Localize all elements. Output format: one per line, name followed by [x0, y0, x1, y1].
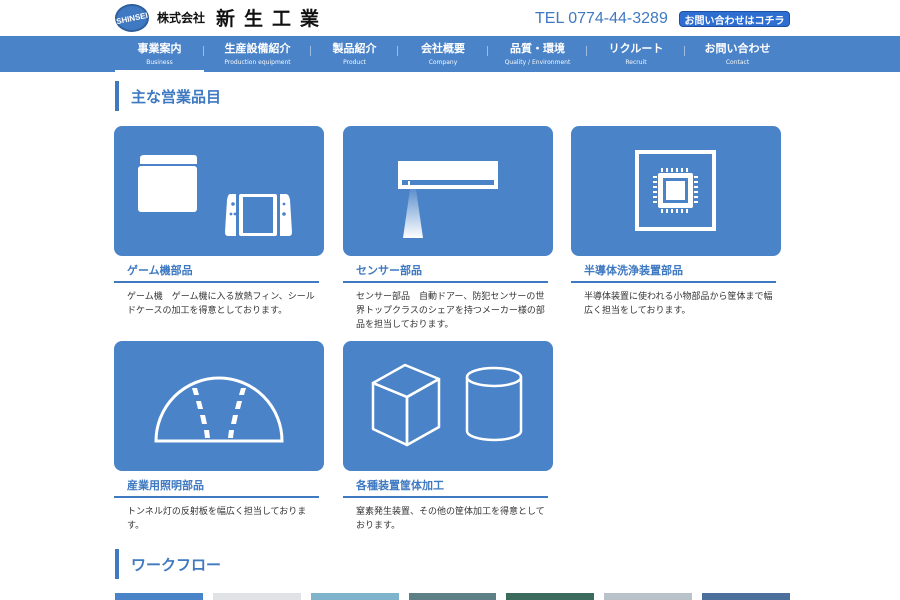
workflow-thumb[interactable] [702, 593, 791, 600]
nav-label: お問い合わせ [704, 41, 771, 55]
nav-item-production-equipment[interactable]: 生産設備紹介 Production equipment [204, 36, 311, 72]
card-description: ゲーム機 ゲーム機に入る放熱フィン、シールドケースの加工を得意としております。 [127, 292, 315, 316]
section-title-text: ワークフロー [131, 555, 222, 574]
nav-label: 生産設備紹介 [224, 41, 291, 55]
card-title[interactable]: センサー部品 [343, 262, 548, 283]
card-description: トンネル灯の反射板を幅広く担当しております。 [127, 507, 307, 531]
company-logo[interactable]: SHINSEI [115, 4, 149, 32]
nav-sublabel: Quality / Environment [504, 58, 571, 66]
card-description: センサー部品 自動ドアー、防犯センサーの世界トップクラスのシェアを持つメーカー様… [356, 292, 545, 330]
enclosure-illustration[interactable] [343, 341, 553, 471]
nav-label: 会社概要 [421, 41, 465, 55]
card-description: 窒素発生装置、その他の筐体加工を得意としております。 [356, 507, 545, 531]
company-prefix: 株式会社 [157, 11, 206, 25]
phone-number[interactable]: TEL 0774-44-3289 [535, 10, 668, 28]
logo-text: SHINSEI [115, 10, 149, 26]
company-name[interactable]: 新生工業 [216, 4, 328, 31]
card-title[interactable]: 各種装置筐体加工 [343, 477, 548, 498]
section-title-bar [115, 81, 119, 111]
workflow-thumb[interactable] [310, 593, 399, 600]
chip-illustration[interactable] [571, 126, 781, 256]
nav-sublabel: Product [343, 58, 366, 66]
workflow-thumb[interactable] [115, 593, 203, 600]
section-title-bar [115, 549, 119, 579]
workflow-thumb[interactable] [506, 593, 595, 600]
nav-label: 製品紹介 [332, 41, 377, 55]
nav-label: リクルート [608, 41, 664, 55]
card-title[interactable]: 半導体洗浄装置部品 [571, 262, 776, 283]
tunnel-icon [154, 376, 284, 443]
contact-button[interactable]: お問い合わせはコチラ [679, 11, 790, 27]
sensor-illustration[interactable] [343, 126, 553, 256]
chip-icon [635, 150, 716, 231]
workflow-thumb[interactable] [212, 593, 301, 600]
section-title-workflow: ワークフロー [115, 549, 221, 579]
sensor-icon [398, 161, 498, 238]
nav-sublabel: Contact [725, 58, 750, 66]
nav-item-product[interactable]: 製品紹介 Product [311, 36, 398, 72]
cube-cylinder-icon [371, 363, 523, 447]
nav-label: 事業案内 [137, 41, 182, 55]
nav-item-contact[interactable]: お問い合わせ Contact [685, 36, 790, 72]
nav-sublabel: Recruit [625, 58, 647, 66]
nav-label: 品質・環境 [510, 41, 565, 55]
card-title[interactable]: 産業用照明部品 [114, 477, 319, 498]
nav-item-quality-environment[interactable]: 品質・環境 Quality / Environment [488, 36, 587, 72]
nav-sublabel: Production equipment [224, 58, 291, 66]
product-card-lighting-parts[interactable]: 産業用照明部品 トンネル灯の反射板を幅広く担当しております。 [114, 341, 324, 533]
section-title-text: 主な営業品目 [131, 87, 222, 106]
workflow-thumbnails [115, 593, 791, 600]
nav-item-company[interactable]: 会社概要 Company [398, 36, 488, 72]
product-card-game-parts[interactable]: ゲーム機部品 ゲーム機 ゲーム機に入る放熱フィン、シールドケースの加工を得意とし… [114, 126, 324, 318]
product-card-enclosures[interactable]: 各種装置筐体加工 窒素発生装置、その他の筐体加工を得意としております。 [343, 341, 553, 533]
product-card-sensor-parts[interactable]: センサー部品 センサー部品 自動ドアー、防犯センサーの世界トップクラスのシェアを… [343, 126, 553, 332]
section-title-products: 主な営業品目 [115, 81, 221, 111]
nav-item-recruit[interactable]: リクルート Recruit [587, 36, 685, 72]
nav-sublabel: Company [428, 58, 458, 66]
tunnel-light-illustration[interactable] [114, 341, 324, 471]
site-header: SHINSEI 株式会社 新生工業 TEL 0774-44-3289 お問い合わ… [0, 0, 900, 36]
product-card-semiconductor-parts[interactable]: 半導体洗浄装置部品 半導体装置に使われる小物部品から筐体まで幅広く担当をしており… [571, 126, 781, 318]
card-description: 半導体装置に使われる小物部品から筐体まで幅広く担当をしております。 [584, 292, 773, 316]
main-nav: 事業案内 Business 生産設備紹介 Production equipmen… [0, 36, 900, 72]
nav-sublabel: Business [146, 58, 173, 66]
card-title[interactable]: ゲーム機部品 [114, 262, 319, 283]
game-console-illustration[interactable] [114, 126, 324, 256]
nav-item-business[interactable]: 事業案内 Business [115, 36, 204, 72]
workflow-thumb[interactable] [408, 593, 497, 600]
game-console-icon [138, 155, 292, 236]
workflow-thumb[interactable] [604, 593, 693, 600]
